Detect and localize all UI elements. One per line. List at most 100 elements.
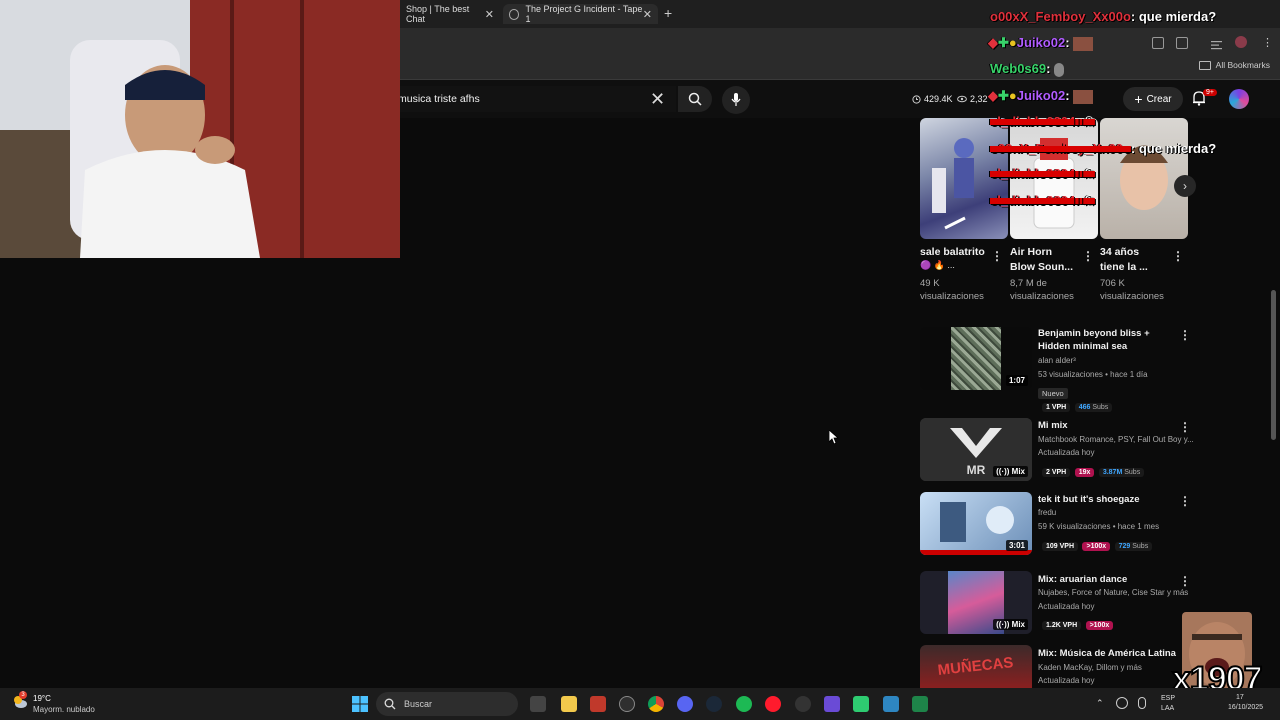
- skull-icon: ☠: [1083, 193, 1095, 208]
- file-explorer-icon[interactable]: [561, 696, 577, 712]
- svg-text:MUÑECAS: MUÑECAS: [937, 653, 1014, 679]
- extension-icon[interactable]: [1152, 37, 1164, 49]
- more-options-icon[interactable]: ⋮: [1179, 328, 1191, 342]
- all-bookmarks-button[interactable]: All Bookmarks: [1198, 60, 1270, 70]
- video-channel[interactable]: Nujabes, Force of Nature, Cise Star y má…: [1038, 588, 1188, 597]
- app-icon[interactable]: [619, 696, 635, 712]
- more-options-icon[interactable]: ⋮: [991, 249, 1003, 263]
- video-channel[interactable]: Matchbook Romance, PSY, Fall Out Boy y..…: [1038, 435, 1194, 444]
- video-thumbnail[interactable]: ((·)) Mix: [920, 571, 1032, 634]
- opera-icon[interactable]: [765, 696, 781, 712]
- microphone-icon[interactable]: [1138, 697, 1146, 709]
- short-title[interactable]: sale balatrito: [920, 245, 986, 260]
- app-icon[interactable]: [883, 696, 899, 712]
- chat-message-deleted: el_diablo0304: ☠: [990, 114, 1095, 129]
- badge-icon: ◆: [988, 35, 998, 50]
- close-icon[interactable]: ✕: [485, 8, 494, 21]
- clock-time[interactable]: 17: [1236, 694, 1244, 701]
- badge-icon: ✚: [998, 88, 1009, 103]
- video-thumbnail[interactable]: MUÑECAS: [920, 645, 1032, 688]
- more-options-icon[interactable]: ⋮: [1179, 574, 1191, 588]
- video-duration: 1:07: [1005, 375, 1028, 386]
- menu-lines-icon[interactable]: [1211, 37, 1222, 50]
- video-title[interactable]: Mix: aruarian dance: [1038, 573, 1178, 586]
- language-indicator[interactable]: ESP LAA: [1161, 694, 1175, 714]
- video-thumbnail[interactable]: MR ((·)) Mix: [920, 418, 1032, 481]
- clock-date[interactable]: 16/10/2025: [1228, 704, 1263, 711]
- subs-badge: 3.87M Subs: [1098, 468, 1145, 477]
- badge-icon: ●: [1008, 35, 1017, 50]
- more-options-icon[interactable]: ⋮: [1179, 494, 1191, 508]
- spotify-icon[interactable]: [736, 696, 752, 712]
- chevron-right-icon[interactable]: ›: [1174, 175, 1196, 197]
- puzzle-icon[interactable]: [1176, 37, 1188, 49]
- mix-label: ((·)) Mix: [993, 466, 1028, 477]
- new-tab-button[interactable]: +: [664, 5, 672, 21]
- video-title[interactable]: Mi mix: [1038, 419, 1178, 432]
- kebab-menu-icon[interactable]: ⋮: [1262, 36, 1273, 49]
- app-icon[interactable]: [912, 696, 928, 712]
- video-channel[interactable]: alan alder³: [1038, 356, 1076, 365]
- voice-search-button[interactable]: [722, 86, 750, 114]
- profile-icon[interactable]: [1235, 36, 1247, 48]
- microphone-icon: [731, 93, 741, 106]
- browser-tab[interactable]: Shop | The best Chat ✕: [400, 4, 500, 24]
- browser-tab[interactable]: The Project G Incident - Tape 1 ✕: [503, 4, 658, 24]
- app-icon[interactable]: [853, 696, 869, 712]
- video-title[interactable]: Benjamin beyond bliss + Hidden minimal s…: [1038, 327, 1178, 353]
- webcam-overlay: [0, 0, 400, 258]
- emote-icon: [1054, 62, 1065, 77]
- video-thumbnail[interactable]: 1:07: [920, 327, 1032, 390]
- video-meta: Actualizada hoy: [1038, 676, 1095, 685]
- search-button[interactable]: [678, 86, 712, 112]
- taskbar-search-input[interactable]: Buscar: [376, 692, 518, 716]
- short-views: 8,7 M de visualizaciones: [1010, 278, 1074, 302]
- multiplier-badge: 19x: [1074, 468, 1095, 477]
- chat-message-deleted: el_diablo0304: ☠: [990, 166, 1095, 181]
- multiplier-badge: >100x: [1085, 621, 1114, 630]
- app-icon[interactable]: [590, 696, 606, 712]
- create-button[interactable]: + Crear: [1123, 87, 1183, 111]
- more-options-icon[interactable]: ⋮: [1179, 420, 1191, 434]
- folder-icon: [1198, 60, 1211, 70]
- more-options-icon[interactable]: ⋮: [1172, 249, 1184, 263]
- video-channel[interactable]: Kaden MacKay, Dillom y más: [1038, 663, 1142, 672]
- chrome-icon[interactable]: [648, 696, 664, 712]
- video-channel[interactable]: fredu: [1038, 508, 1056, 517]
- clock-icon: [912, 94, 921, 104]
- chat-message: ◆✚●Juiko02:: [988, 34, 1094, 52]
- video-title[interactable]: Mix: Música de América Latina: [1038, 647, 1178, 660]
- short-views: 49 Kvisualizaciones: [920, 278, 984, 302]
- clear-search-icon[interactable]: ✕: [650, 90, 665, 108]
- short-title[interactable]: 34 años tiene la ...: [1100, 245, 1166, 275]
- scrollbar[interactable]: [1271, 290, 1276, 440]
- short-title[interactable]: Air Horn Blow Soun...: [1010, 245, 1076, 275]
- search-value: musica triste afhs: [398, 93, 480, 105]
- avatar[interactable]: [1229, 89, 1249, 109]
- steam-icon[interactable]: [706, 696, 722, 712]
- all-bookmarks-label: All Bookmarks: [1215, 60, 1270, 70]
- mix-label: ((·)) Mix: [993, 619, 1028, 630]
- weather-temp[interactable]: 19°C: [33, 694, 51, 703]
- vph-badge: 2 VPH: [1042, 468, 1071, 477]
- video-title[interactable]: tek it but it's shoegaze: [1038, 493, 1178, 506]
- video-meta: Actualizada hoy: [1038, 448, 1095, 457]
- search-icon: [688, 92, 702, 106]
- app-icon[interactable]: [824, 696, 840, 712]
- video-duration: 3:01: [1005, 540, 1028, 551]
- app-icon[interactable]: [795, 696, 811, 712]
- search-input[interactable]: musica triste afhs: [398, 86, 676, 112]
- more-options-icon[interactable]: ⋮: [1082, 249, 1094, 263]
- short-thumbnail[interactable]: [1100, 118, 1188, 239]
- task-view-icon[interactable]: [530, 696, 546, 712]
- discord-icon[interactable]: [677, 696, 693, 712]
- chevron-up-icon[interactable]: ⌃: [1096, 698, 1104, 709]
- video-meta: Actualizada hoy: [1038, 602, 1095, 611]
- tab-title: Shop | The best Chat: [406, 4, 470, 24]
- close-icon[interactable]: ✕: [643, 8, 652, 21]
- sync-icon[interactable]: [1116, 697, 1128, 709]
- vph-badges: 109 VPH >100x 729 Subs: [1042, 535, 1153, 553]
- create-label: Crear: [1146, 93, 1172, 105]
- video-thumbnail[interactable]: 3:01: [920, 492, 1032, 555]
- windows-start-icon[interactable]: [352, 696, 368, 712]
